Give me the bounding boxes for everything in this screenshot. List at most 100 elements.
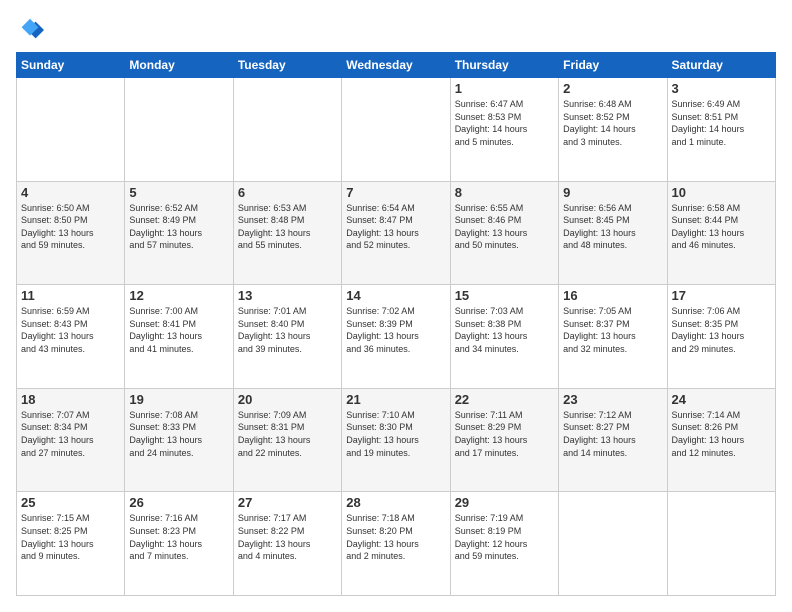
day-detail: Sunrise: 7:14 AM Sunset: 8:26 PM Dayligh… <box>672 409 771 459</box>
calendar-cell: 17 Sunrise: 7:06 AM Sunset: 8:35 PM Dayli… <box>667 285 775 389</box>
day-detail: Sunrise: 7:16 AM Sunset: 8:23 PM Dayligh… <box>129 512 228 562</box>
day-detail: Sunrise: 7:10 AM Sunset: 8:30 PM Dayligh… <box>346 409 445 459</box>
weekday-header-thursday: Thursday <box>450 53 558 78</box>
day-number: 8 <box>455 185 554 200</box>
calendar-cell: 5 Sunrise: 6:52 AM Sunset: 8:49 PM Daylig… <box>125 181 233 285</box>
day-detail: Sunrise: 6:48 AM Sunset: 8:52 PM Dayligh… <box>563 98 662 148</box>
day-number: 23 <box>563 392 662 407</box>
calendar-cell: 23 Sunrise: 7:12 AM Sunset: 8:27 PM Dayli… <box>559 388 667 492</box>
calendar-body: 1 Sunrise: 6:47 AM Sunset: 8:53 PM Daylig… <box>17 78 776 596</box>
calendar-header: SundayMondayTuesdayWednesdayThursdayFrid… <box>17 53 776 78</box>
day-detail: Sunrise: 7:02 AM Sunset: 8:39 PM Dayligh… <box>346 305 445 355</box>
calendar-cell <box>559 492 667 596</box>
calendar-cell: 10Sunrise: 6:58 AM Sunset: 8:44 PM Dayli… <box>667 181 775 285</box>
calendar-cell: 8 Sunrise: 6:55 AM Sunset: 8:46 PM Daylig… <box>450 181 558 285</box>
calendar-table: SundayMondayTuesdayWednesdayThursdayFrid… <box>16 52 776 596</box>
calendar-cell: 24 Sunrise: 7:14 AM Sunset: 8:26 PM Dayli… <box>667 388 775 492</box>
day-number: 22 <box>455 392 554 407</box>
day-detail: Sunrise: 7:03 AM Sunset: 8:38 PM Dayligh… <box>455 305 554 355</box>
calendar-cell: 22Sunrise: 7:11 AM Sunset: 8:29 PM Dayli… <box>450 388 558 492</box>
day-number: 24 <box>672 392 771 407</box>
day-detail: Sunrise: 7:15 AM Sunset: 8:25 PM Dayligh… <box>21 512 120 562</box>
calendar-cell: 29 Sunrise: 7:19 AM Sunset: 8:19 PM Dayli… <box>450 492 558 596</box>
calendar-cell <box>667 492 775 596</box>
day-detail: Sunrise: 7:18 AM Sunset: 8:20 PM Dayligh… <box>346 512 445 562</box>
day-number: 10 <box>672 185 771 200</box>
weekday-header-wednesday: Wednesday <box>342 53 450 78</box>
day-detail: Sunrise: 6:50 AM Sunset: 8:50 PM Dayligh… <box>21 202 120 252</box>
calendar-cell: 3 Sunrise: 6:49 AM Sunset: 8:51 PM Daylig… <box>667 78 775 182</box>
day-detail: Sunrise: 7:05 AM Sunset: 8:37 PM Dayligh… <box>563 305 662 355</box>
logo-icon <box>16 16 44 44</box>
day-number: 18 <box>21 392 120 407</box>
weekday-header-tuesday: Tuesday <box>233 53 341 78</box>
calendar-cell <box>17 78 125 182</box>
day-number: 5 <box>129 185 228 200</box>
calendar-cell: 13Sunrise: 7:01 AM Sunset: 8:40 PM Dayli… <box>233 285 341 389</box>
calendar-week-2: 4 Sunrise: 6:50 AM Sunset: 8:50 PM Daylig… <box>17 181 776 285</box>
day-number: 27 <box>238 495 337 510</box>
calendar-cell <box>342 78 450 182</box>
calendar-cell: 27 Sunrise: 7:17 AM Sunset: 8:22 PM Dayli… <box>233 492 341 596</box>
day-number: 28 <box>346 495 445 510</box>
day-detail: Sunrise: 7:06 AM Sunset: 8:35 PM Dayligh… <box>672 305 771 355</box>
calendar-cell: 7Sunrise: 6:54 AM Sunset: 8:47 PM Daylig… <box>342 181 450 285</box>
day-detail: Sunrise: 7:07 AM Sunset: 8:34 PM Dayligh… <box>21 409 120 459</box>
day-detail: Sunrise: 7:00 AM Sunset: 8:41 PM Dayligh… <box>129 305 228 355</box>
day-number: 15 <box>455 288 554 303</box>
calendar-cell: 6Sunrise: 6:53 AM Sunset: 8:48 PM Daylig… <box>233 181 341 285</box>
day-detail: Sunrise: 7:17 AM Sunset: 8:22 PM Dayligh… <box>238 512 337 562</box>
weekday-header-friday: Friday <box>559 53 667 78</box>
day-number: 9 <box>563 185 662 200</box>
calendar-cell: 20 Sunrise: 7:09 AM Sunset: 8:31 PM Dayli… <box>233 388 341 492</box>
day-detail: Sunrise: 7:12 AM Sunset: 8:27 PM Dayligh… <box>563 409 662 459</box>
day-detail: Sunrise: 7:09 AM Sunset: 8:31 PM Dayligh… <box>238 409 337 459</box>
day-number: 7 <box>346 185 445 200</box>
weekday-header-sunday: Sunday <box>17 53 125 78</box>
day-number: 13 <box>238 288 337 303</box>
day-number: 2 <box>563 81 662 96</box>
calendar-week-5: 25Sunrise: 7:15 AM Sunset: 8:25 PM Dayli… <box>17 492 776 596</box>
day-detail: Sunrise: 7:19 AM Sunset: 8:19 PM Dayligh… <box>455 512 554 562</box>
day-number: 14 <box>346 288 445 303</box>
day-number: 3 <box>672 81 771 96</box>
calendar-cell: 25Sunrise: 7:15 AM Sunset: 8:25 PM Dayli… <box>17 492 125 596</box>
day-detail: Sunrise: 6:56 AM Sunset: 8:45 PM Dayligh… <box>563 202 662 252</box>
day-number: 4 <box>21 185 120 200</box>
calendar-cell: 11 Sunrise: 6:59 AM Sunset: 8:43 PM Dayli… <box>17 285 125 389</box>
day-number: 16 <box>563 288 662 303</box>
calendar-cell: 14 Sunrise: 7:02 AM Sunset: 8:39 PM Dayli… <box>342 285 450 389</box>
day-number: 21 <box>346 392 445 407</box>
day-number: 1 <box>455 81 554 96</box>
calendar-cell: 16 Sunrise: 7:05 AM Sunset: 8:37 PM Dayli… <box>559 285 667 389</box>
weekday-header-saturday: Saturday <box>667 53 775 78</box>
day-detail: Sunrise: 6:52 AM Sunset: 8:49 PM Dayligh… <box>129 202 228 252</box>
day-number: 11 <box>21 288 120 303</box>
weekday-header-monday: Monday <box>125 53 233 78</box>
calendar-cell: 1 Sunrise: 6:47 AM Sunset: 8:53 PM Daylig… <box>450 78 558 182</box>
calendar-week-3: 11 Sunrise: 6:59 AM Sunset: 8:43 PM Dayli… <box>17 285 776 389</box>
header <box>16 16 776 44</box>
day-number: 19 <box>129 392 228 407</box>
calendar-week-1: 1 Sunrise: 6:47 AM Sunset: 8:53 PM Daylig… <box>17 78 776 182</box>
calendar-cell: 18 Sunrise: 7:07 AM Sunset: 8:34 PM Dayli… <box>17 388 125 492</box>
calendar-cell: 26 Sunrise: 7:16 AM Sunset: 8:23 PM Dayli… <box>125 492 233 596</box>
day-number: 20 <box>238 392 337 407</box>
day-detail: Sunrise: 6:55 AM Sunset: 8:46 PM Dayligh… <box>455 202 554 252</box>
weekday-header-row: SundayMondayTuesdayWednesdayThursdayFrid… <box>17 53 776 78</box>
day-number: 26 <box>129 495 228 510</box>
logo <box>16 16 48 44</box>
day-number: 6 <box>238 185 337 200</box>
page: SundayMondayTuesdayWednesdayThursdayFrid… <box>0 0 792 612</box>
day-detail: Sunrise: 7:08 AM Sunset: 8:33 PM Dayligh… <box>129 409 228 459</box>
day-number: 29 <box>455 495 554 510</box>
day-number: 17 <box>672 288 771 303</box>
calendar-cell <box>233 78 341 182</box>
calendar-cell: 9 Sunrise: 6:56 AM Sunset: 8:45 PM Daylig… <box>559 181 667 285</box>
calendar-cell: 15 Sunrise: 7:03 AM Sunset: 8:38 PM Dayli… <box>450 285 558 389</box>
day-detail: Sunrise: 6:47 AM Sunset: 8:53 PM Dayligh… <box>455 98 554 148</box>
day-detail: Sunrise: 6:59 AM Sunset: 8:43 PM Dayligh… <box>21 305 120 355</box>
calendar-cell: 12Sunrise: 7:00 AM Sunset: 8:41 PM Dayli… <box>125 285 233 389</box>
day-detail: Sunrise: 6:49 AM Sunset: 8:51 PM Dayligh… <box>672 98 771 148</box>
calendar-cell: 2 Sunrise: 6:48 AM Sunset: 8:52 PM Daylig… <box>559 78 667 182</box>
